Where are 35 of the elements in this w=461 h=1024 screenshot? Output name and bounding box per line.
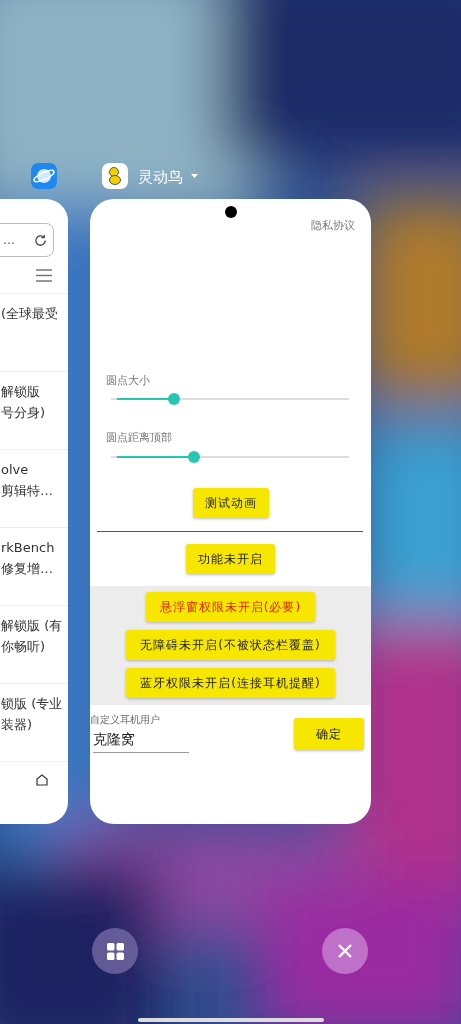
search-text: … [3, 232, 15, 249]
camera-icon [224, 206, 237, 218]
list-item-text[interactable]: 装器) [1, 714, 33, 736]
planet-icon[interactable] [31, 163, 57, 189]
list-item-text[interactable]: 解锁版 (有 [1, 616, 63, 637]
home-icon[interactable] [36, 774, 48, 786]
app-card[interactable]: … (全球最受 解锁版 号分身) olve 剪辑特… rkBench 修复增… 解锁版 (有 你畅听) 锁版 (专业 装器) [0, 199, 68, 824]
list-item-text[interactable]: 锁版 (专业 [1, 694, 63, 715]
slider-thumb[interactable] [167, 393, 180, 405]
caret-icon[interactable] [191, 174, 198, 179]
field-label: 自定义耳机用户 [90, 712, 161, 727]
slider-thumb[interactable] [187, 450, 200, 463]
slider-label: 圆点大小 [105, 372, 151, 389]
list-item-text[interactable]: (全球最受 [1, 304, 59, 325]
chick-icon[interactable] [102, 163, 128, 189]
test-animation-button[interactable]: 测试动画 [192, 487, 269, 518]
list-item-text[interactable]: rkBench [1, 538, 55, 559]
menu-icon[interactable] [36, 269, 52, 282]
permission-button[interactable]: 悬浮窗权限未开启(必要) [145, 591, 316, 622]
function-button[interactable]: 功能未开启 [186, 543, 275, 574]
confirm-button[interactable]: 确定 [294, 717, 364, 750]
close-icon [337, 943, 353, 959]
list-item-text[interactable]: olve [1, 460, 29, 481]
app-card[interactable]: 隐私协议 圆点大小 圆点距离顶部 测试动画 功能未开启 悬浮窗权限未开启(必要) 无障碍未开启(不被状态栏覆盖) 蓝牙权限未开启(连接耳机提醒) 自定义耳机用户 克隆窝 确定 [90, 199, 371, 824]
permission-button[interactable]: 蓝牙权限未开启(连接耳机提醒) [126, 667, 335, 698]
grid-icon [106, 942, 124, 960]
privacy-link[interactable]: 隐私协议 [311, 218, 355, 235]
permission-button[interactable]: 无障碍未开启(不被状态栏覆盖) [126, 629, 335, 660]
list-item-text[interactable]: 解锁版 [1, 382, 40, 403]
list-item-text[interactable]: 修复增… [1, 558, 53, 580]
list-item-text[interactable]: 号分身) [1, 402, 46, 424]
refresh-icon[interactable] [34, 233, 47, 247]
list-item-text[interactable]: 剪辑特… [1, 480, 53, 502]
list-item-text[interactable]: 你畅听) [1, 636, 46, 658]
slider-label: 圆点距离顶部 [105, 430, 173, 446]
